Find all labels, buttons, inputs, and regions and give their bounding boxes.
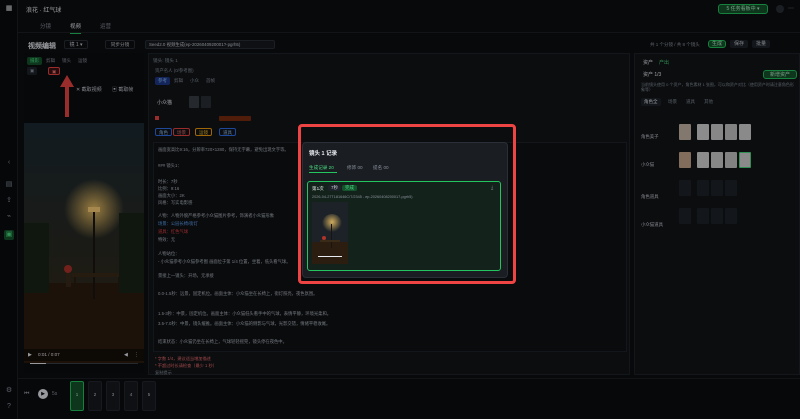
annotation-highlight (298, 124, 516, 284)
